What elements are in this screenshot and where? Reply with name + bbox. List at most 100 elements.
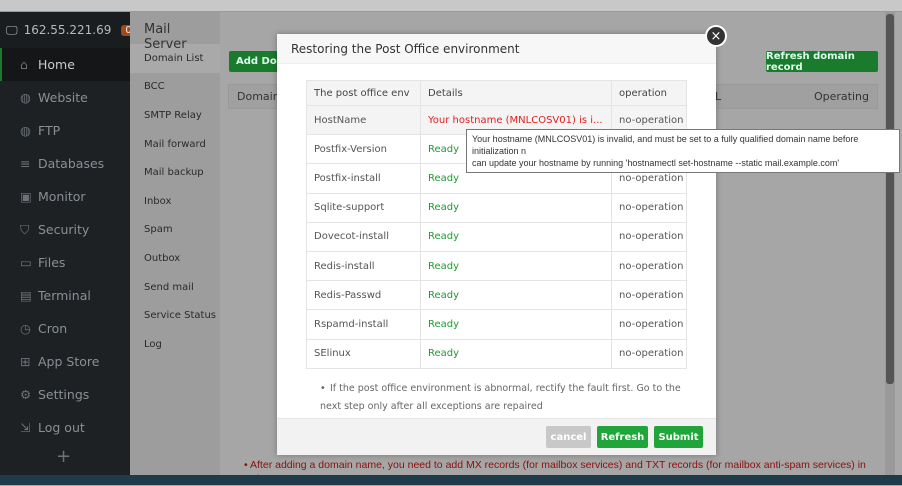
subnav-item[interactable]: SMTP Relay — [130, 101, 220, 130]
refresh-domain-record-button[interactable]: Refresh domain record — [766, 51, 878, 73]
logout-icon: ⇲ — [20, 420, 31, 435]
table-row: SElinux Ready no-operation — [306, 338, 687, 369]
browser-top-strip — [0, 0, 902, 12]
env-operation: no-operation — [611, 250, 687, 282]
database-icon: ≡ — [20, 156, 31, 171]
hostname-tooltip: Your hostname (MNLCOSV01) is invalid, an… — [466, 129, 900, 173]
sidebar-item-label: Terminal — [38, 288, 91, 303]
table-row: Redis-Passwd Ready no-operation — [306, 280, 687, 311]
gear-icon: ⚙ — [20, 387, 32, 402]
shield-icon: ⛉ — [20, 221, 30, 237]
col-domain: Domain — [237, 90, 280, 103]
env-details: Ready — [420, 250, 612, 282]
folder-icon: ▭ — [20, 255, 32, 270]
tooltip-line-2: can update your hostname by running 'hos… — [472, 158, 840, 168]
sidebar-item-label: Home — [38, 57, 75, 72]
env-name: Sqlite-support — [306, 192, 421, 223]
sidebar-item-security[interactable]: ⛉ Security — [0, 213, 130, 246]
sidebar-item-databases[interactable]: ≡ Databases — [0, 147, 130, 180]
sidebar-item-terminal[interactable]: ▤ Terminal — [0, 279, 130, 312]
modal-footer: cancel Refresh Submit — [277, 418, 716, 455]
scrollbar[interactable] — [885, 12, 895, 475]
globe-icon: ◍ — [20, 90, 31, 105]
sidebar-item-label: Cron — [38, 321, 68, 336]
col-operating: Operating — [814, 90, 869, 103]
sidebar-item-app-store[interactable]: ⊞ App Store — [0, 345, 130, 378]
env-operation: no-operation — [611, 280, 687, 311]
env-details: Ready — [420, 280, 612, 311]
monitor-icon: 🖵 — [6, 22, 18, 37]
env-name: Rspamd-install — [306, 309, 421, 340]
env-operation: no-operation — [611, 309, 687, 340]
col-details: Details — [420, 80, 612, 106]
table-row: Rspamd-install Ready no-operation — [306, 309, 687, 340]
clock-icon: ◷ — [20, 321, 31, 336]
terminal-icon: ▤ — [20, 288, 32, 303]
sidebar-item-label: Settings — [38, 387, 90, 402]
sidebar-item-label: Databases — [38, 156, 105, 171]
col-env: The post office env — [306, 80, 421, 106]
sidebar-item-label: Monitor — [38, 189, 86, 204]
subnav-item[interactable]: Inbox — [130, 187, 220, 216]
table-row: Dovecot-install Ready no-operation — [306, 221, 687, 252]
subnav-item[interactable]: Log — [130, 330, 220, 359]
sidebar-item-home[interactable]: ⌂ Home — [0, 48, 130, 81]
env-details: Ready — [420, 309, 612, 340]
refresh-button[interactable]: Refresh — [597, 426, 648, 448]
sidebar-item-label: App Store — [38, 354, 100, 369]
scrollbar-thumb[interactable] — [886, 14, 894, 384]
sidebar-item-label: Files — [38, 255, 66, 270]
sidebar-item-label: FTP — [38, 123, 61, 138]
home-icon: ⌂ — [20, 57, 28, 72]
sidebar-item-website[interactable]: ◍ Website — [0, 81, 130, 114]
subnav-item[interactable]: Mail backup — [130, 158, 220, 187]
env-table: The post office env Details operation Ho… — [306, 80, 687, 369]
env-operation: no-operation — [611, 192, 687, 223]
env-details: Ready — [420, 221, 612, 252]
env-name: HostName — [306, 104, 421, 136]
env-note: If the post office environment is abnorm… — [306, 380, 686, 416]
tooltip-line-1: Your hostname (MNLCOSV01) is invalid, an… — [472, 134, 859, 156]
subnav-item[interactable]: Service Status — [130, 301, 220, 330]
sidebar-item-label: Website — [38, 90, 88, 105]
subnav-item[interactable]: Spam — [130, 216, 220, 245]
subnav-item[interactable]: Outbox — [130, 244, 220, 273]
subnav-item[interactable]: Send mail — [130, 273, 220, 302]
env-operation: no-operation — [611, 338, 687, 369]
add-icon[interactable]: + — [56, 446, 71, 467]
submit-button[interactable]: Submit — [654, 426, 703, 448]
table-row: Sqlite-support Ready no-operation — [306, 192, 687, 223]
sidebar-item-label: Security — [38, 222, 90, 237]
monitor-icon: ▣ — [20, 189, 32, 204]
server-header: 🖵 162.55.221.69 0 — [0, 12, 136, 48]
sidebar-item-log-out[interactable]: ⇲ Log out — [0, 411, 130, 444]
col-operation: operation — [611, 80, 687, 106]
cancel-button[interactable]: cancel — [546, 426, 591, 448]
close-icon[interactable]: × — [705, 25, 727, 47]
env-name: Postfix-install — [306, 163, 421, 194]
add-domain-button[interactable]: Add Dom — [229, 51, 287, 72]
env-operation: no-operation — [611, 221, 687, 252]
taskbar — [0, 475, 902, 485]
env-name: SElinux — [306, 338, 421, 369]
sidebar-item-cron[interactable]: ◷ Cron — [0, 312, 130, 345]
sidebar-item-ftp[interactable]: ◍ FTP — [0, 114, 130, 147]
subnav-item[interactable]: BCC — [130, 73, 220, 102]
sidebar-item-files[interactable]: ▭ Files — [0, 246, 130, 279]
server-ip: 162.55.221.69 — [23, 23, 112, 37]
env-name: Dovecot-install — [306, 221, 421, 252]
sidebar-item-label: Log out — [38, 420, 85, 435]
note-text: If the post office environment is abnorm… — [320, 383, 681, 412]
globe-icon: ◍ — [20, 123, 31, 138]
mail-subnav: Mail Server Domain List BCC SMTP Relay Mail… — [130, 12, 220, 475]
sidebar-item-settings[interactable]: ⚙ Settings — [0, 378, 130, 411]
env-name: Postfix-Version — [306, 134, 421, 165]
env-name: Redis-install — [306, 250, 421, 282]
subnav-item[interactable]: Mail forward — [130, 130, 220, 159]
sidebar: 🖵 162.55.221.69 0 ⌂ Home ◍ Website ◍ FTP ≡ Data… — [0, 12, 136, 475]
table-row: Redis-install Ready no-operation — [306, 250, 687, 282]
mail-server-title: Mail Server — [144, 22, 187, 52]
restore-env-modal: Restoring the Post Office environment × … — [277, 25, 727, 455]
sidebar-item-monitor[interactable]: ▣ Monitor — [0, 180, 130, 213]
modal-title: Restoring the Post Office environment — [277, 34, 716, 64]
